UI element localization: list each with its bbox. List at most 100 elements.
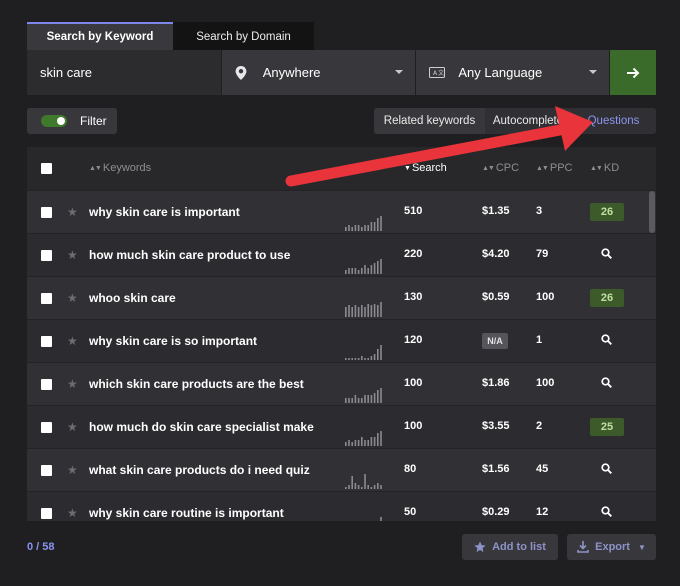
search-go-button[interactable] xyxy=(610,50,656,95)
table-row[interactable]: ★ which skin care products are the best … xyxy=(27,362,656,405)
row-checkbox[interactable] xyxy=(41,207,52,218)
star-icon[interactable]: ★ xyxy=(67,248,78,262)
cpc-value: $0.59 xyxy=(482,291,510,303)
star-icon[interactable]: ★ xyxy=(67,377,78,391)
trend-bar xyxy=(370,395,373,403)
trend-bar xyxy=(357,225,360,231)
ppc-value: 12 xyxy=(536,506,549,518)
table-header: ▲▼ Keywords ▼ Search ▲▼ CPC ▲▼ PPC ▲▼ KD xyxy=(27,147,656,190)
trend-bar xyxy=(367,268,369,274)
sort-desc-icon: ▼ xyxy=(404,165,411,172)
trend-bar xyxy=(377,349,379,360)
tab-questions[interactable]: Questions xyxy=(571,108,656,134)
column-header-cpc[interactable]: ▲▼ CPC xyxy=(482,162,519,174)
trend-bar xyxy=(357,270,360,274)
keyword-text[interactable]: whoo skin care xyxy=(89,291,176,305)
column-label: Search xyxy=(411,162,447,174)
trend-bar xyxy=(361,398,363,403)
star-icon[interactable]: ★ xyxy=(67,420,78,434)
trend-sparkline xyxy=(345,216,382,231)
table-row[interactable]: ★ why skin care is so important 120 N/A … xyxy=(27,319,656,362)
trend-bar xyxy=(380,259,382,274)
keyword-text[interactable]: why skin care is important xyxy=(89,205,240,219)
ppc-value: 79 xyxy=(536,248,549,260)
keyword-input[interactable] xyxy=(27,50,221,95)
search-volume: 100 xyxy=(404,420,423,432)
keyword-text[interactable]: how much skin care product to use xyxy=(89,248,290,262)
trend-bar xyxy=(345,270,347,274)
trend-bar xyxy=(370,356,373,360)
chevron-down-icon xyxy=(395,70,404,74)
search-volume: 220 xyxy=(404,248,423,260)
keyword-text[interactable]: which skin care products are the best xyxy=(89,377,304,391)
table-row[interactable]: ★ how much skin care product to use 220 … xyxy=(27,233,656,276)
trend-bar xyxy=(351,268,353,274)
row-checkbox[interactable] xyxy=(41,336,52,347)
location-select[interactable]: Anywhere xyxy=(221,50,416,95)
trend-sparkline xyxy=(345,302,382,317)
table-row[interactable]: ★ what skin care products do i need quiz… xyxy=(27,448,656,491)
filter-switch[interactable] xyxy=(41,115,67,127)
star-icon[interactable]: ★ xyxy=(67,291,78,305)
trend-bar xyxy=(364,225,366,231)
star-icon[interactable]: ★ xyxy=(67,506,78,520)
cpc-value: $4.20 xyxy=(482,248,510,260)
trend-bar xyxy=(354,305,357,317)
table-row[interactable]: ★ whoo skin care 130 $0.59 100 26 xyxy=(27,276,656,319)
trend-bar xyxy=(357,398,360,403)
table-row[interactable]: ★ how much do skin care specialist make … xyxy=(27,405,656,448)
ppc-value: 100 xyxy=(536,291,555,303)
column-header-ppc[interactable]: ▲▼ PPC xyxy=(536,162,572,174)
add-to-list-label: Add to list xyxy=(492,541,546,553)
trend-bar xyxy=(354,395,357,403)
trend-bar xyxy=(348,398,350,403)
tab-search-by-keyword[interactable]: Search by Keyword xyxy=(27,22,173,50)
trend-bar xyxy=(348,358,350,360)
row-checkbox[interactable] xyxy=(41,465,52,476)
keyword-text[interactable]: how much do skin care specialist make xyxy=(89,420,314,434)
search-icon[interactable] xyxy=(601,248,612,259)
row-checkbox[interactable] xyxy=(41,250,52,261)
table-scrollbar[interactable] xyxy=(649,191,655,233)
language-value: Any Language xyxy=(458,65,543,80)
tab-related-keywords[interactable]: Related keywords xyxy=(374,108,485,134)
search-icon[interactable] xyxy=(601,377,612,388)
row-checkbox[interactable] xyxy=(41,422,52,433)
row-checkbox[interactable] xyxy=(41,379,52,390)
language-select[interactable]: A 文 Any Language xyxy=(416,50,610,95)
search-mode-tabs: Search by Keyword Search by Domain xyxy=(27,22,314,50)
row-checkbox[interactable] xyxy=(41,508,52,519)
keyword-text[interactable]: why skin care is so important xyxy=(89,334,257,348)
trend-bar xyxy=(357,440,360,446)
tab-search-by-domain[interactable]: Search by Domain xyxy=(173,22,314,50)
column-header-search[interactable]: ▼ Search xyxy=(404,162,447,174)
keyword-text[interactable]: why skin care routine is important xyxy=(89,506,284,520)
search-icon[interactable] xyxy=(601,506,612,517)
export-button[interactable]: Export ▼ xyxy=(567,534,656,560)
table-body: ★ why skin care is important 510 $1.35 3… xyxy=(27,190,656,521)
keyword-text[interactable]: what skin care products do i need quiz xyxy=(89,463,310,477)
star-icon[interactable]: ★ xyxy=(67,463,78,477)
table-row[interactable]: ★ why skin care is important 510 $1.35 3… xyxy=(27,190,656,233)
table-row[interactable]: ★ why skin care routine is important 50 … xyxy=(27,491,656,521)
trend-bar xyxy=(377,261,379,274)
kd-badge: 26 xyxy=(590,203,624,221)
search-volume: 510 xyxy=(404,205,423,217)
trend-bar xyxy=(345,358,347,360)
add-to-list-button[interactable]: Add to list xyxy=(462,534,558,560)
star-icon[interactable]: ★ xyxy=(67,205,78,219)
cpc-value: $0.29 xyxy=(482,506,510,518)
ppc-value: 3 xyxy=(536,205,543,217)
star-icon[interactable]: ★ xyxy=(67,334,78,348)
kd-badge: 25 xyxy=(590,418,624,436)
select-all-checkbox[interactable] xyxy=(41,163,52,174)
cpc-na-badge: N/A xyxy=(482,333,508,349)
search-icon[interactable] xyxy=(601,463,612,474)
search-icon[interactable] xyxy=(601,334,612,345)
filter-toggle-button[interactable]: Filter xyxy=(27,108,117,134)
column-header-keywords[interactable]: ▲▼ Keywords xyxy=(89,162,151,174)
row-checkbox[interactable] xyxy=(41,293,52,304)
location-value: Anywhere xyxy=(262,65,321,80)
column-header-kd[interactable]: ▲▼ KD xyxy=(590,162,619,174)
tab-autocomplete[interactable]: Autocomplete xyxy=(485,108,571,134)
